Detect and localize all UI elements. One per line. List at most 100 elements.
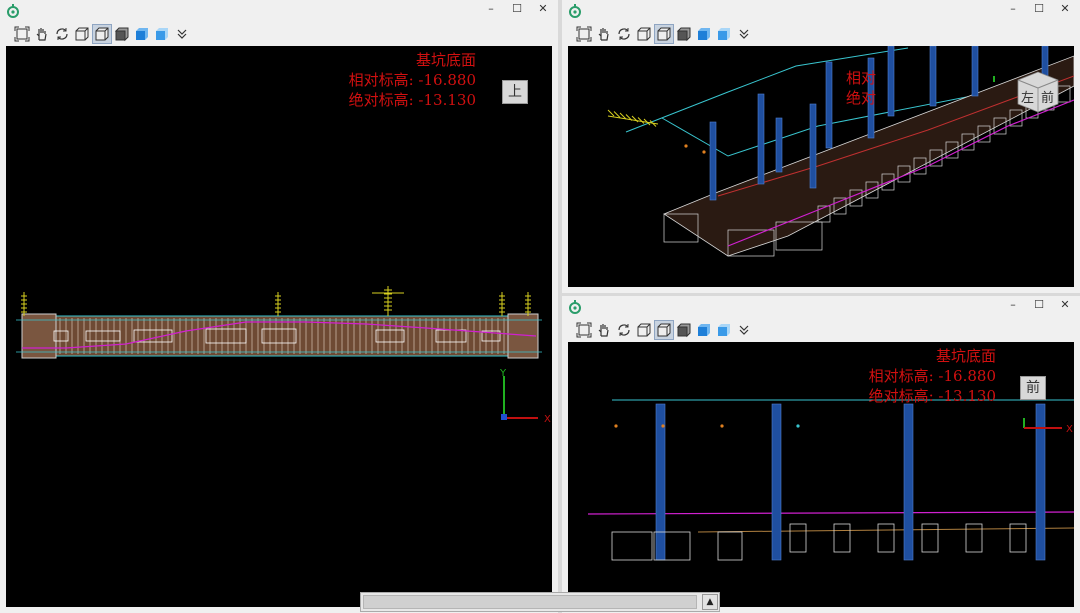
more-chevron-button[interactable]	[734, 320, 754, 340]
label-title: 基坑底面	[935, 347, 996, 365]
minimize-button[interactable]: –	[1000, 296, 1026, 316]
fit-view-button[interactable]	[574, 24, 594, 44]
label-relative-elevation: 相对标高: -16.880	[348, 71, 476, 89]
blue-cube-light-icon	[718, 28, 730, 40]
app-icon	[7, 4, 19, 18]
front-view-pane: – ☐ ✕ X 基坑底面 相对标高: -16.880 绝对标高: -13.130…	[562, 296, 1080, 613]
fit-view-button[interactable]	[12, 24, 32, 44]
axis-x-label: X	[1066, 424, 1073, 435]
wireframe-box-button[interactable]	[634, 24, 654, 44]
wireframe-box-button[interactable]	[634, 320, 654, 340]
top-view-pane: – ☐ ✕ Y X 基坑底面 相对标高: -16.880 绝对标高: -13.1…	[0, 0, 558, 613]
front-view-elevation-label: 基坑底面 相对标高: -16.880 绝对标高: -13.130	[869, 346, 996, 406]
label-title: 相对	[846, 69, 877, 87]
label-absolute-elevation: 绝对标高: -13.130	[348, 91, 476, 109]
more-chevron-button[interactable]	[172, 24, 192, 44]
maximize-button[interactable]: ☐	[1026, 296, 1052, 316]
rotate-button[interactable]	[614, 24, 634, 44]
label-relative-elevation: 绝对	[846, 89, 877, 107]
iso-view-titlebar: – ☐ ✕	[562, 0, 1080, 22]
solid-box-button[interactable]	[674, 24, 694, 44]
close-button[interactable]: ✕	[530, 0, 556, 20]
blue-cube-light-button[interactable]	[714, 320, 734, 340]
solid-box-icon	[114, 27, 129, 42]
pan-hand-icon	[36, 28, 47, 41]
blue-cube-button[interactable]	[132, 24, 152, 44]
maximize-button[interactable]: ☐	[504, 0, 530, 20]
wireframe-box-icon	[75, 27, 89, 41]
top-view-viewport[interactable]: Y X 基坑底面 相对标高: -16.880 绝对标高: -13.130 上	[6, 46, 552, 607]
blue-cube-light-icon	[156, 28, 168, 40]
wireframe-box-icon	[637, 323, 651, 337]
shaded-box-button[interactable]	[654, 24, 674, 44]
front-view-toolbar	[562, 318, 1080, 342]
blue-cube-icon	[698, 28, 710, 40]
app-icon	[569, 300, 581, 314]
pan-hand-icon	[598, 28, 609, 41]
pan-hand-button[interactable]	[594, 320, 614, 340]
minimize-button[interactable]: –	[478, 0, 504, 20]
cube-front-face[interactable]: 前	[1041, 90, 1054, 106]
more-chevron-icon	[739, 29, 749, 39]
solid-box-icon	[676, 27, 691, 42]
close-button[interactable]: ✕	[1052, 296, 1078, 316]
scrollbar-thumb[interactable]	[363, 595, 697, 609]
rotate-icon	[618, 28, 630, 40]
more-chevron-icon	[739, 325, 749, 335]
iso-view-viewport[interactable]: 左 前 相对 绝对	[568, 46, 1074, 287]
fit-view-icon	[14, 26, 30, 42]
blue-cube-light-button[interactable]	[152, 24, 172, 44]
horizontal-scrollbar[interactable]: ▲	[360, 592, 720, 612]
view-cube[interactable]: 前	[1020, 376, 1046, 400]
iso-view-pane: – ☐ ✕ 左 前 相对 绝对	[562, 0, 1080, 293]
rotate-icon	[618, 324, 630, 336]
label-title: 基坑底面	[415, 51, 476, 69]
axis-x-label: X	[544, 414, 551, 425]
blue-cube-icon	[698, 324, 710, 336]
front-view-model: X	[587, 399, 1074, 561]
iso-view-model: 左 前	[607, 46, 1074, 257]
close-button[interactable]: ✕	[1052, 0, 1078, 20]
pan-hand-button[interactable]	[32, 24, 52, 44]
top-view-toolbar	[0, 22, 558, 46]
shaded-box-button[interactable]	[92, 24, 112, 44]
shaded-box-icon	[657, 27, 671, 41]
fit-view-icon	[576, 322, 592, 338]
cube-left-face[interactable]: 左	[1021, 91, 1034, 106]
shaded-box-button[interactable]	[654, 320, 674, 340]
blue-cube-button[interactable]	[694, 320, 714, 340]
minimize-button[interactable]: –	[1000, 0, 1026, 20]
front-view-titlebar: – ☐ ✕	[562, 296, 1080, 318]
blue-cube-button[interactable]	[694, 24, 714, 44]
fit-view-button[interactable]	[574, 320, 594, 340]
rotate-button[interactable]	[614, 320, 634, 340]
view-cube[interactable]: 上	[502, 80, 528, 104]
top-view-model: Y X	[16, 286, 551, 425]
wireframe-box-button[interactable]	[72, 24, 92, 44]
blue-cube-light-button[interactable]	[714, 24, 734, 44]
more-chevron-icon	[177, 29, 187, 39]
pan-hand-button[interactable]	[594, 24, 614, 44]
top-view-titlebar: – ☐ ✕	[0, 0, 558, 22]
rotate-button[interactable]	[52, 24, 72, 44]
front-view-viewport[interactable]: X 基坑底面 相对标高: -16.880 绝对标高: -13.130 前	[568, 342, 1074, 607]
shaded-box-icon	[95, 27, 109, 41]
solid-box-button[interactable]	[674, 320, 694, 340]
axis-y-label: Y	[499, 368, 507, 379]
shaded-box-icon	[657, 323, 671, 337]
top-view-elevation-label: 基坑底面 相对标高: -16.880 绝对标高: -13.130	[349, 50, 476, 110]
more-chevron-button[interactable]	[734, 24, 754, 44]
fit-view-icon	[576, 26, 592, 42]
solid-box-button[interactable]	[112, 24, 132, 44]
pan-hand-icon	[598, 324, 609, 337]
maximize-button[interactable]: ☐	[1026, 0, 1052, 20]
scroll-arrow-button[interactable]: ▲	[702, 594, 718, 610]
label-absolute-elevation: 绝对标高: -13.130	[868, 387, 996, 405]
iso-view-toolbar	[562, 22, 1080, 46]
blue-cube-light-icon	[718, 324, 730, 336]
iso-view-elevation-label: 相对 绝对	[846, 68, 876, 108]
rotate-icon	[56, 28, 68, 40]
wireframe-box-icon	[637, 27, 651, 41]
label-relative-elevation: 相对标高: -16.880	[868, 367, 996, 385]
app-icon	[569, 4, 581, 18]
